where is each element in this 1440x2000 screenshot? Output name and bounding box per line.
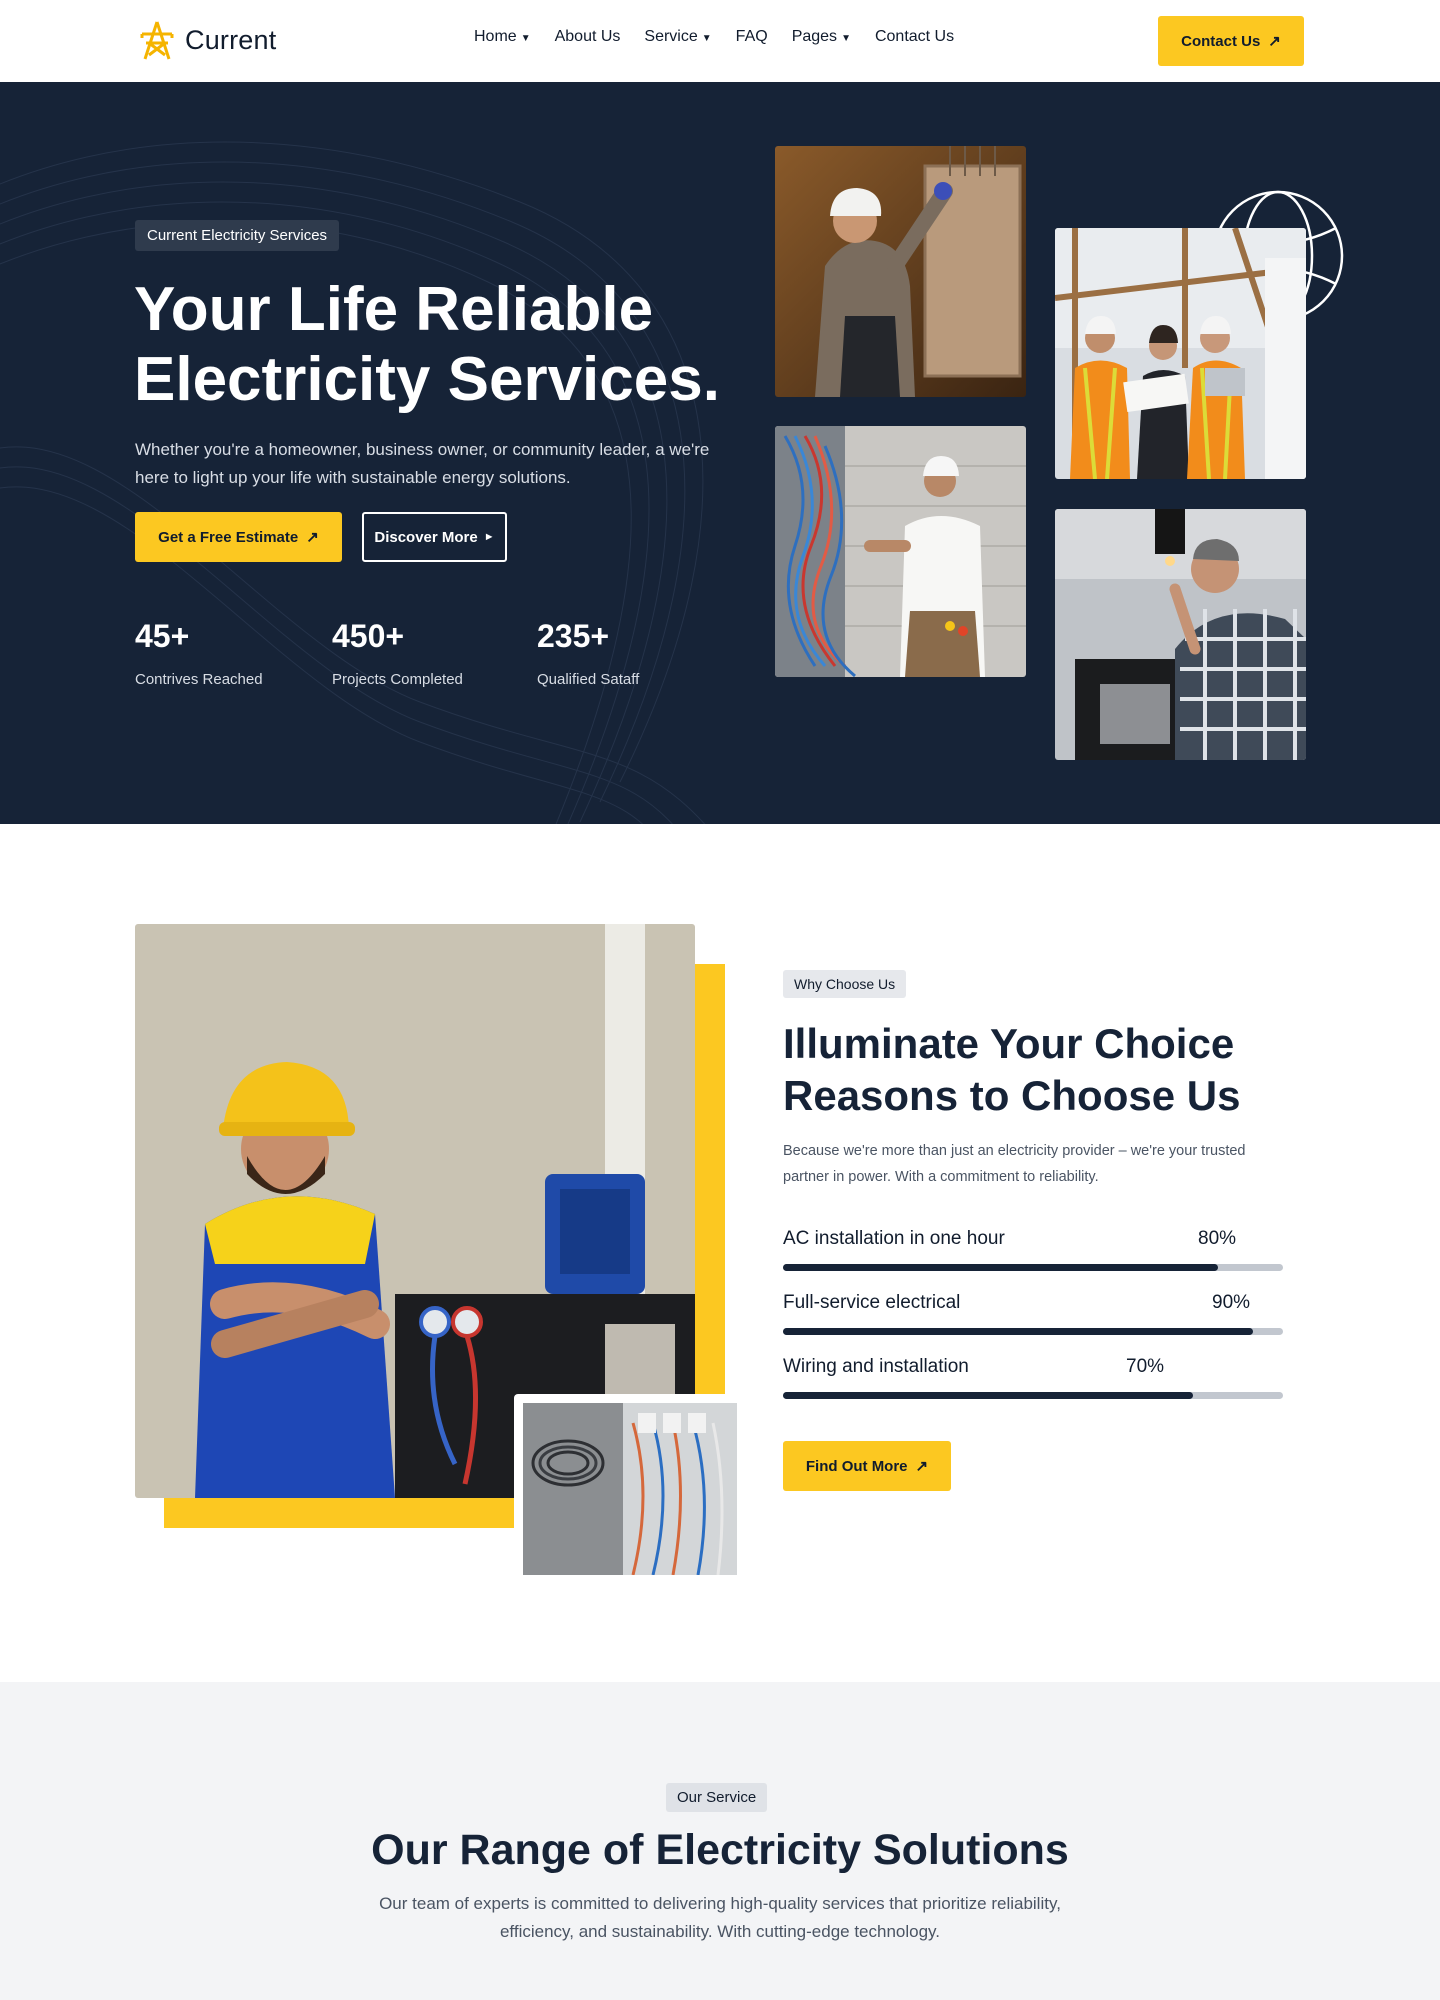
- site-header: Current Home ▼ About Us Service ▼ FAQ Page…: [0, 0, 1440, 82]
- nav-home[interactable]: Home ▼: [474, 28, 531, 46]
- stat-staff: 235+ Qualified Sataff: [537, 618, 640, 688]
- progress-fill: [783, 1328, 1253, 1335]
- hero-description: Whether you're a homeowner, business own…: [135, 440, 710, 487]
- services-section: Our Service Our Range of Electricity Sol…: [0, 1682, 1440, 2000]
- free-estimate-button[interactable]: Get a Free Estimate ↗: [135, 512, 342, 562]
- nav-service[interactable]: Service ▼: [644, 28, 711, 46]
- logo-text: Current: [185, 24, 277, 55]
- find-out-more-button[interactable]: Find Out More ↗: [783, 1441, 951, 1491]
- logo[interactable]: Current: [137, 18, 276, 62]
- skill-ac-installation: AC installation in one hour 80%: [783, 1228, 1283, 1271]
- services-tag: Our Service: [666, 1783, 768, 1812]
- chevron-down-icon: ▼: [520, 32, 531, 44]
- arrow-up-right-icon: ↗: [306, 529, 319, 546]
- why-photo-cables: [514, 1394, 746, 1584]
- transmission-tower-icon: [140, 21, 174, 60]
- hero-photo-panel-work: [775, 146, 1026, 397]
- nav-about-us[interactable]: About Us: [555, 28, 621, 46]
- skill-wiring: Wiring and installation 70%: [783, 1356, 1283, 1399]
- nav-faq[interactable]: FAQ: [736, 28, 768, 46]
- header-contact-button[interactable]: Contact Us ↗: [1158, 16, 1304, 66]
- yellow-frame-accent: [695, 964, 725, 1394]
- skill-full-service: Full-service electrical 90%: [783, 1292, 1283, 1335]
- skill-percent: 90%: [1212, 1292, 1251, 1313]
- hero-photo-wiring: [775, 426, 1026, 677]
- hero-section: Current Electricity Services Your Life R…: [0, 82, 1440, 824]
- nav-pages[interactable]: Pages ▼: [792, 28, 851, 46]
- discover-more-button[interactable]: Discover More ►: [362, 512, 507, 562]
- hero-tag: Current Electricity Services: [135, 220, 340, 251]
- why-tag: Why Choose Us: [783, 970, 907, 998]
- stat-countries: 45+ Contrives Reached: [135, 618, 263, 688]
- hero-photo-team-plans: [1055, 228, 1306, 479]
- progress-track: [783, 1328, 1283, 1335]
- progress-fill: [783, 1264, 1218, 1271]
- stat-projects: 450+ Projects Completed: [332, 618, 463, 688]
- skill-percent: 70%: [1126, 1356, 1165, 1377]
- chevron-down-icon: ▼: [701, 32, 712, 44]
- hero-title: Your Life Reliable Electricity Services.: [134, 275, 720, 414]
- arrow-up-right-icon: ↗: [915, 1458, 929, 1475]
- play-icon: ►: [483, 531, 495, 543]
- why-description: Because we're more than just an electric…: [783, 1143, 1246, 1185]
- yellow-frame-accent: [164, 1498, 514, 1528]
- progress-track: [783, 1264, 1283, 1271]
- services-title: Our Range of Electricity Solutions: [371, 1826, 1069, 1874]
- chevron-down-icon: ▼: [841, 32, 851, 44]
- nav-contact-us[interactable]: Contact Us: [875, 28, 954, 46]
- progress-fill: [783, 1392, 1193, 1399]
- hero-photo-lighting: [1055, 509, 1306, 760]
- why-title: Illuminate Your Choice Reasons to Choose…: [783, 1020, 1241, 1119]
- progress-track: [783, 1392, 1283, 1399]
- main-nav: Home ▼ About Us Service ▼ FAQ Pages ▼ Conta…: [474, 28, 954, 46]
- skill-percent: 80%: [1198, 1228, 1237, 1249]
- services-description: Our team of experts is committed to deli…: [379, 1894, 1061, 1941]
- arrow-up-right-icon: ↗: [1268, 33, 1281, 50]
